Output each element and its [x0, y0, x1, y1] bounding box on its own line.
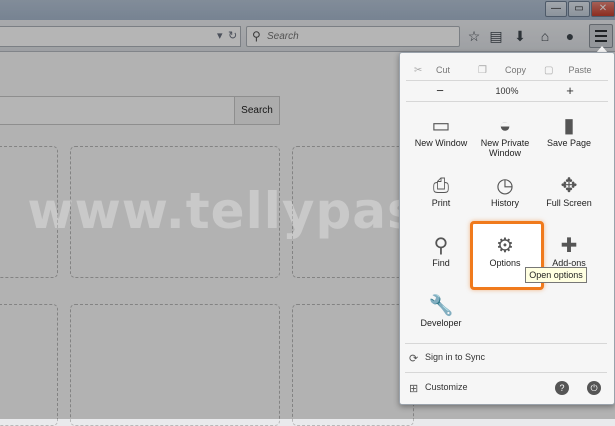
- save-page-button[interactable]: ▮ Save Page: [536, 111, 602, 169]
- puzzle-icon: ✚: [560, 235, 578, 257]
- scissors-icon: ✂: [414, 65, 423, 76]
- divider: [406, 101, 608, 102]
- paste-button[interactable]: ▢ Paste: [544, 61, 604, 79]
- mask-icon: ◒: [498, 115, 512, 137]
- sign-in-sync-button[interactable]: ⟳ Sign in to Sync: [399, 352, 613, 368]
- plus-box-icon: ⊞: [409, 383, 419, 395]
- cut-button[interactable]: ✂ Cut: [414, 61, 470, 79]
- page-icon: ▮: [563, 115, 575, 137]
- history-button[interactable]: ◷ History: [472, 171, 538, 229]
- zoom-out-button[interactable]: −: [420, 82, 460, 100]
- window-icon: ▭: [431, 115, 451, 137]
- printer-icon: ⎙: [433, 175, 449, 197]
- sync-icon: ⟳: [409, 353, 419, 365]
- magnifier-icon: ⚲: [433, 235, 449, 257]
- new-private-window-button[interactable]: ◒ New Private Window: [472, 111, 538, 169]
- developer-button[interactable]: 🔧 Developer: [408, 291, 474, 349]
- help-icon[interactable]: ?: [555, 381, 569, 395]
- edit-controls: ✂ Cut ❐ Copy ▢ Paste: [400, 61, 614, 79]
- zoom-reset-button[interactable]: 100%: [484, 82, 530, 100]
- paste-icon: ▢: [544, 65, 554, 76]
- options-tooltip: Open options: [525, 267, 587, 283]
- print-button[interactable]: ⎙ Print: [408, 171, 474, 229]
- divider: [406, 80, 608, 81]
- clock-icon: ◷: [496, 175, 514, 197]
- divider: [405, 343, 607, 344]
- copy-button[interactable]: ❐ Copy: [478, 61, 538, 79]
- copy-icon: ❐: [478, 65, 487, 76]
- full-screen-button[interactable]: ✥ Full Screen: [536, 171, 602, 229]
- wrench-icon: 🔧: [428, 295, 454, 317]
- zoom-controls: − 100% +: [400, 82, 614, 100]
- customize-button[interactable]: ⊞ Customize: [399, 382, 613, 398]
- zoom-in-button[interactable]: +: [550, 82, 590, 100]
- new-window-button[interactable]: ▭ New Window: [408, 111, 474, 169]
- divider: [405, 372, 607, 373]
- fullscreen-icon: ✥: [560, 175, 578, 197]
- quit-icon[interactable]: ⏻: [587, 381, 601, 395]
- gear-icon: ⚙: [496, 235, 514, 257]
- find-button[interactable]: ⚲ Find: [408, 231, 474, 289]
